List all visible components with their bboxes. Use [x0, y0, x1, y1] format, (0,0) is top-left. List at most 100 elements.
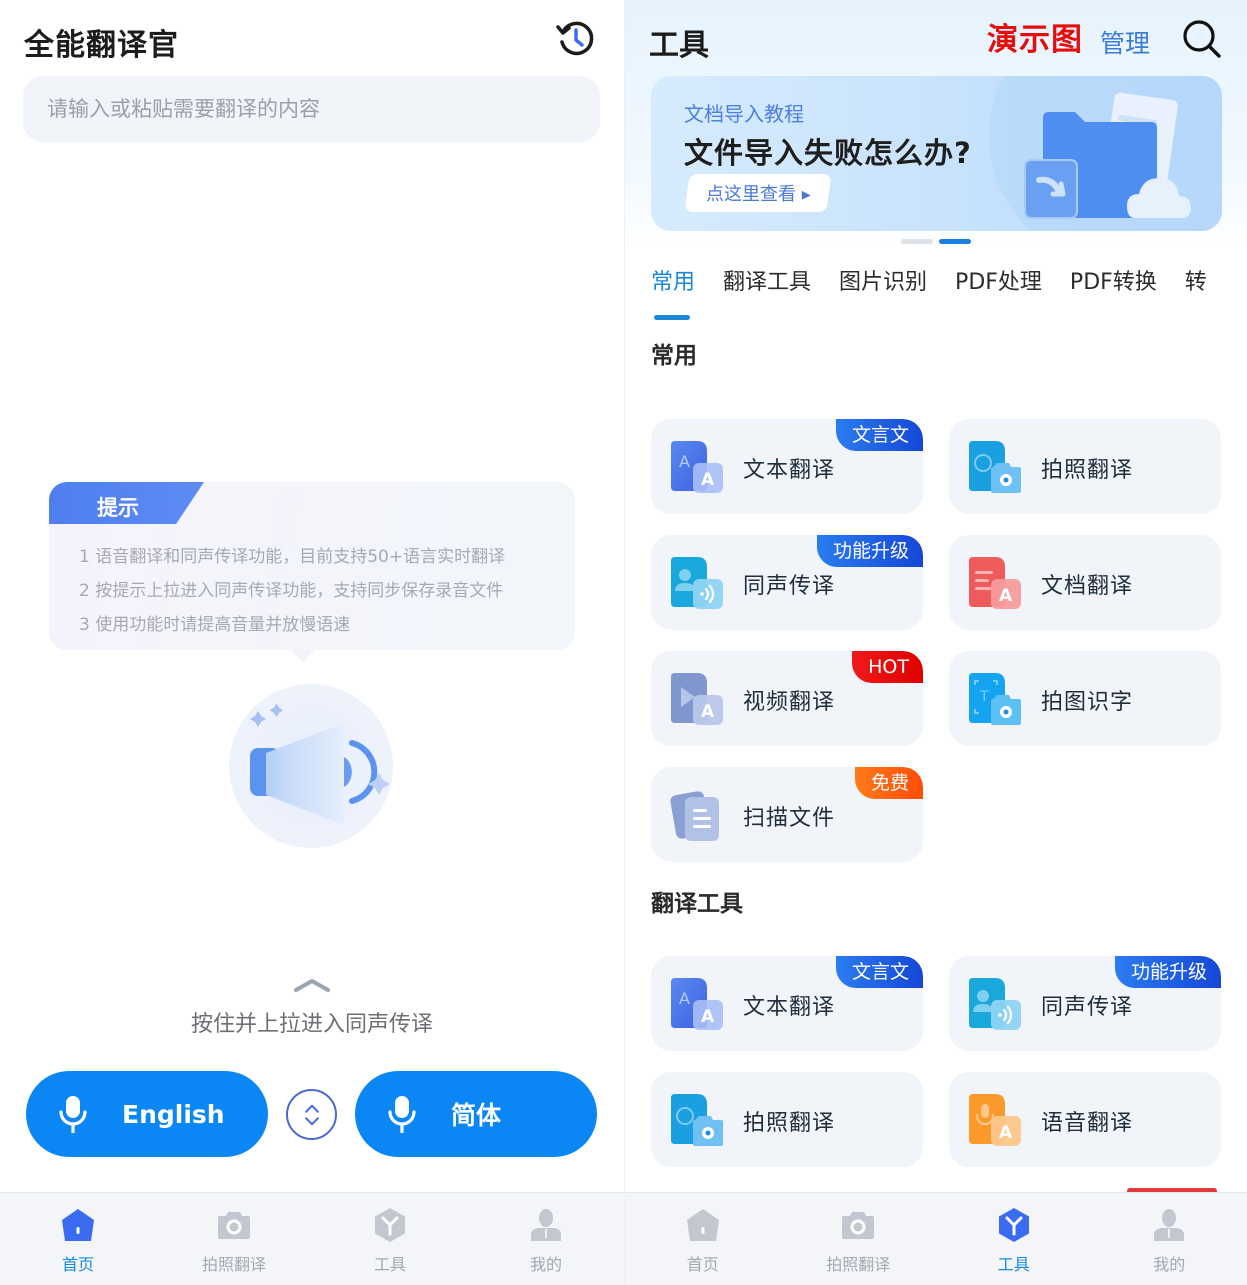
tool-label: 文档翻译 — [1041, 574, 1134, 599]
page-title: 工具 — [649, 28, 709, 63]
tool-label: 语音翻译 — [1041, 1111, 1134, 1136]
tool-label: 同声传译 — [1041, 995, 1134, 1020]
tool-card[interactable]: A A 文本翻译 文言文 — [651, 419, 923, 514]
swap-icon — [304, 1104, 319, 1125]
bottom-nav: 首页 拍照翻译 工具 我的 — [625, 1192, 1247, 1285]
home-screen: 全能翻译官 提示 1 语音翻译和同声传译功能，目前支持50+语言实时翻译 2 按… — [0, 0, 624, 1285]
svg-text:A: A — [999, 1123, 1013, 1143]
target-language-mic-button[interactable]: 简体 — [355, 1071, 597, 1157]
tool-card[interactable]: 拍照翻译 — [949, 419, 1221, 514]
tool-card[interactable]: A 文档翻译 — [949, 535, 1221, 630]
tip-item: 2 按提示上拉进入同声传译功能，支持同步保存录音文件 — [79, 581, 504, 601]
source-language-mic-button[interactable]: English — [26, 1071, 268, 1157]
nav-label: 首页 — [61, 1255, 94, 1274]
tool-card[interactable]: A 视频翻译 HOT — [651, 651, 923, 746]
tool-badge: 文言文 — [835, 419, 923, 451]
folder-import-illustration-icon — [1024, 92, 1191, 219]
tips-tag-label: 提示 — [97, 496, 139, 520]
nav-label: 工具 — [373, 1255, 406, 1274]
svg-text:A: A — [679, 989, 690, 1008]
tool-badge: 文言文 — [835, 956, 923, 988]
demo-watermark: 演示图 — [987, 22, 1083, 58]
svg-text:A: A — [999, 586, 1013, 606]
tool-label: 视频翻译 — [743, 690, 836, 715]
scan-file-icon — [669, 789, 725, 841]
search-icon[interactable] — [1181, 18, 1223, 60]
tool-badge: 功能升级 — [1114, 956, 1221, 988]
tool-badge: 功能升级 — [816, 535, 923, 567]
tip-item: 1 语音翻译和同声传译功能，目前支持50+语言实时翻译 — [79, 547, 506, 567]
banner-subtitle: 文档导入教程 — [684, 102, 804, 126]
tool-label: 扫描文件 — [743, 806, 836, 831]
tab-1[interactable]: 翻译工具 — [723, 264, 811, 320]
tab-5[interactable]: 转 — [1185, 264, 1207, 320]
svg-text:A: A — [679, 452, 690, 471]
tool-card[interactable]: 扫描文件 免费 — [651, 767, 923, 862]
nav-label: 我的 — [1153, 1255, 1186, 1274]
section-title-common: 常用 — [651, 343, 697, 369]
nav-item-home[interactable]: 首页 — [625, 1193, 781, 1285]
svg-text:A: A — [701, 470, 715, 490]
tutorial-banner[interactable]: 文档导入教程 文件导入失败怎么办? 点这里查看 ▸ — [651, 76, 1222, 231]
tool-card[interactable]: 同声传译 功能升级 — [651, 535, 923, 630]
camera-icon — [840, 1207, 876, 1243]
tool-card[interactable]: T 拍图识字 — [949, 651, 1221, 746]
swap-languages-button[interactable] — [286, 1089, 337, 1140]
pagination-dot[interactable] — [901, 239, 933, 244]
tool-label: 拍图识字 — [1041, 690, 1134, 715]
microphone-icon — [59, 1096, 87, 1133]
home-icon — [60, 1207, 96, 1243]
tab-4[interactable]: PDF转换 — [1070, 264, 1157, 320]
manage-link[interactable]: 管理 — [1100, 24, 1150, 60]
translate-input[interactable] — [47, 97, 600, 121]
profile-icon — [528, 1207, 564, 1243]
banner-title: 文件导入失败怎么办? — [684, 136, 972, 170]
banner-view-button[interactable]: 点这里查看 ▸ — [684, 174, 832, 212]
translate-input-box[interactable] — [23, 76, 600, 142]
tab-2[interactable]: 图片识别 — [839, 264, 927, 320]
nav-label: 首页 — [686, 1255, 719, 1274]
tool-card[interactable]: A 语音翻译 — [949, 1072, 1221, 1167]
nav-item-tools[interactable]: 工具 — [936, 1193, 1092, 1285]
banner-view-label: 点这里查看 ▸ — [705, 184, 811, 205]
tool-card[interactable]: A A 文本翻译 文言文 — [651, 956, 923, 1051]
tool-label: 文本翻译 — [743, 458, 836, 483]
home-icon — [685, 1207, 721, 1243]
nav-item-photo-translate[interactable]: 拍照翻译 — [781, 1193, 937, 1285]
section-title-translate-tools: 翻译工具 — [651, 891, 743, 917]
app-title: 全能翻译官 — [24, 28, 179, 63]
nav-item-home[interactable]: 首页 — [0, 1193, 156, 1285]
nav-item-profile[interactable]: 我的 — [1092, 1193, 1247, 1285]
tips-tag: 提示 — [49, 482, 204, 524]
tool-card[interactable]: 拍照翻译 — [651, 1072, 923, 1167]
simultaneous-interpretation-icon — [669, 557, 725, 609]
pagination-dot-active[interactable] — [939, 239, 971, 244]
camera-icon — [216, 1207, 252, 1243]
nav-label: 工具 — [997, 1255, 1030, 1274]
voice-translate-icon: A — [967, 1094, 1023, 1146]
history-icon[interactable] — [555, 18, 597, 60]
speaker-illustration-icon — [228, 683, 394, 849]
nav-item-tools[interactable]: 工具 — [312, 1193, 468, 1285]
tool-badge: HOT — [852, 651, 923, 683]
photo-translate-icon — [967, 441, 1023, 493]
microphone-icon — [388, 1096, 416, 1133]
bottom-nav: 首页 拍照翻译 工具 我的 — [0, 1192, 624, 1285]
tool-label: 拍照翻译 — [1041, 458, 1134, 483]
tool-label: 同声传译 — [743, 574, 836, 599]
tool-card[interactable]: 同声传译 功能升级 — [949, 956, 1221, 1051]
tips-card: 提示 1 语音翻译和同声传译功能，目前支持50+语言实时翻译 2 按提示上拉进入… — [49, 482, 575, 650]
photo-translate-icon — [669, 1094, 725, 1146]
document-translate-icon: A — [967, 557, 1023, 609]
tab-0[interactable]: 常用 — [651, 264, 695, 320]
video-translate-icon: A — [669, 673, 725, 725]
profile-icon — [1151, 1207, 1187, 1243]
tab-3[interactable]: PDF处理 — [955, 264, 1042, 320]
nav-item-photo-translate[interactable]: 拍照翻译 — [156, 1193, 312, 1285]
text-translate-icon: AA — [669, 978, 725, 1030]
nav-label: 拍照翻译 — [826, 1255, 891, 1274]
image-ocr-icon: T — [967, 673, 1023, 725]
tool-label: 拍照翻译 — [743, 1111, 836, 1136]
nav-item-profile[interactable]: 我的 — [468, 1193, 624, 1285]
chevron-up-icon — [292, 975, 332, 995]
